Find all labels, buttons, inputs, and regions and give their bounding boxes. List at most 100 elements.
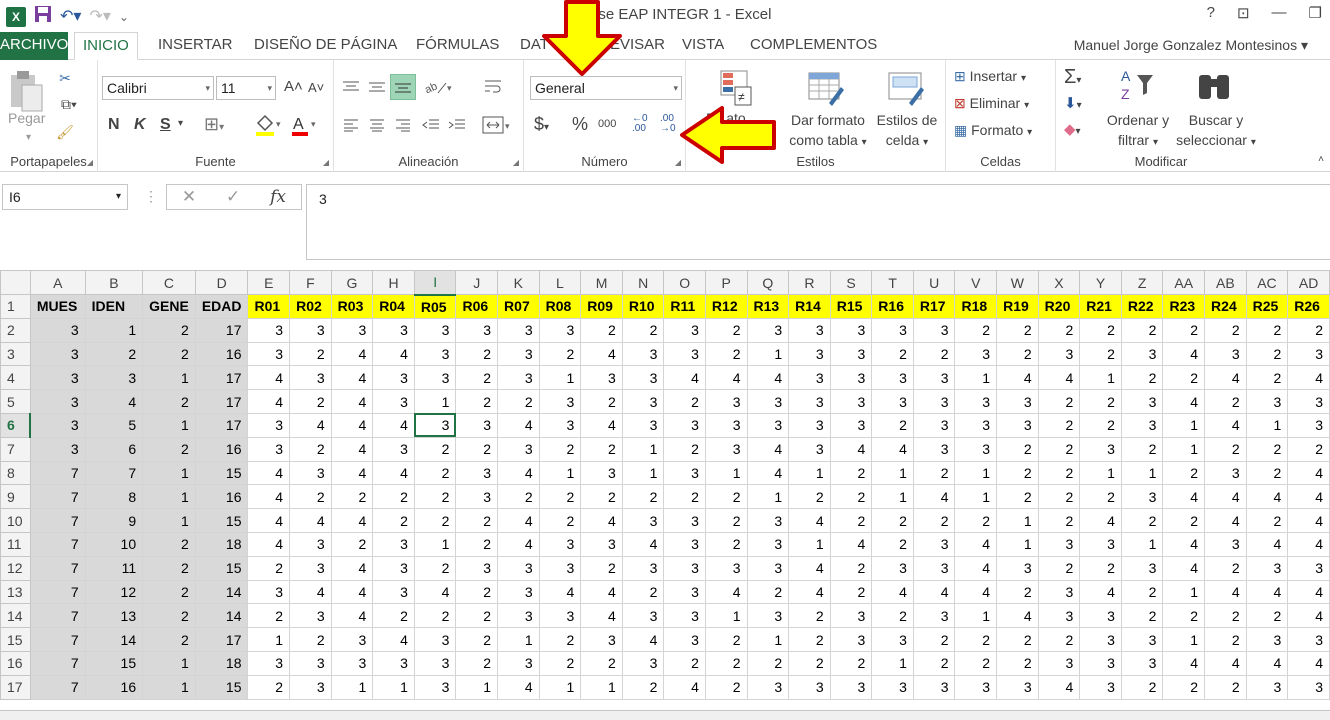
cell[interactable]: 3 [247, 341, 291, 367]
column-header-a[interactable]: A [29, 270, 86, 295]
cell[interactable]: 3 [996, 674, 1039, 700]
column-header-p[interactable]: P [704, 270, 748, 295]
cell[interactable]: 2 [142, 317, 196, 343]
cell[interactable]: 18 [194, 531, 249, 557]
row-header-11[interactable]: 11 [0, 531, 31, 557]
binoculars-icon[interactable] [1194, 68, 1234, 106]
undo-icon[interactable]: ↶▾ [60, 7, 81, 27]
cell[interactable]: 1 [1120, 531, 1164, 557]
column-header-x[interactable]: X [1037, 270, 1081, 295]
cell[interactable]: 3 [912, 412, 956, 438]
cell[interactable]: 4 [1204, 508, 1247, 533]
cell[interactable]: 4 [497, 412, 540, 438]
cell[interactable]: 3 [954, 412, 998, 438]
cell[interactable]: 2 [142, 389, 196, 414]
cell[interactable]: 4 [538, 579, 582, 605]
cell[interactable]: 4 [912, 484, 956, 510]
cell[interactable]: 3 [1287, 627, 1330, 652]
cell[interactable]: 3 [1037, 579, 1081, 605]
cell[interactable]: 3 [455, 412, 499, 438]
clear-icon[interactable]: ◆▾ [1064, 120, 1081, 138]
cell[interactable]: 4 [746, 436, 790, 462]
cell[interactable]: 3 [289, 555, 332, 581]
cell[interactable]: 3 [829, 389, 873, 414]
column-header-f[interactable]: F [289, 270, 332, 295]
cell[interactable]: 3 [829, 341, 873, 367]
cell[interactable]: 11 [84, 555, 144, 581]
cell[interactable]: 4 [704, 365, 748, 391]
cell[interactable]: 3 [663, 460, 706, 486]
cell[interactable]: 2 [912, 460, 956, 486]
header-cell[interactable]: MUES [29, 294, 86, 319]
cell[interactable]: 3 [455, 460, 499, 486]
header-cell[interactable]: R26 [1287, 294, 1330, 319]
cell[interactable]: 4 [746, 365, 790, 391]
cell[interactable]: 4 [1204, 484, 1247, 510]
cell[interactable]: 2 [704, 674, 748, 700]
cell[interactable]: 2 [413, 508, 457, 533]
cell[interactable]: 2 [289, 389, 332, 414]
cell[interactable]: 3 [871, 365, 914, 391]
cell[interactable]: 2 [455, 341, 499, 367]
cell[interactable]: 1 [142, 412, 196, 438]
cell[interactable]: 3 [788, 436, 831, 462]
cell[interactable]: 16 [194, 436, 249, 462]
row-header-15[interactable]: 15 [0, 627, 31, 652]
cell[interactable]: 1 [788, 531, 831, 557]
cell[interactable]: 3 [704, 555, 748, 581]
cell[interactable]: 4 [1079, 508, 1122, 533]
cell[interactable]: 4 [1245, 484, 1289, 510]
cell[interactable]: 4 [497, 508, 540, 533]
cell[interactable]: 3 [580, 531, 623, 557]
cell[interactable]: 2 [538, 341, 582, 367]
cell[interactable]: 2 [1204, 389, 1247, 414]
cell[interactable]: 2 [455, 531, 499, 557]
cell[interactable]: 3 [538, 317, 582, 343]
column-header-g[interactable]: G [330, 270, 374, 295]
cell[interactable]: 2 [1162, 317, 1206, 343]
cell[interactable]: 4 [247, 389, 291, 414]
cell[interactable]: 4 [497, 674, 540, 700]
cell[interactable]: 3 [829, 412, 873, 438]
cell[interactable]: 3 [413, 341, 457, 367]
underline-button[interactable]: S [160, 116, 171, 134]
cell[interactable]: 7 [29, 579, 86, 605]
cell[interactable]: 4 [1079, 579, 1122, 605]
cell[interactable]: 4 [289, 508, 332, 533]
cell[interactable]: 4 [1162, 341, 1206, 367]
cell[interactable]: 4 [1245, 579, 1289, 605]
cell[interactable]: 3 [289, 531, 332, 557]
paste-dropdown-icon[interactable]: ▾ [26, 132, 31, 143]
borders-icon[interactable]: ⊞▾ [204, 114, 224, 135]
column-header-m[interactable]: M [580, 270, 623, 295]
align-top-icon[interactable] [340, 76, 362, 98]
cell[interactable]: 1 [413, 389, 457, 414]
column-header-i[interactable]: I [413, 270, 457, 296]
column-header-t[interactable]: T [871, 270, 914, 295]
row-header-3[interactable]: 3 [0, 341, 31, 367]
cell[interactable]: 1 [247, 627, 291, 652]
cell[interactable]: 3 [871, 317, 914, 343]
cell[interactable]: 4 [621, 531, 665, 557]
cell[interactable]: 17 [194, 627, 249, 652]
cell[interactable]: 1 [538, 674, 582, 700]
cell[interactable]: 2 [1037, 436, 1081, 462]
enter-icon[interactable]: ✓ [226, 187, 240, 207]
font-name-select[interactable]: Calibri ▾ [102, 76, 214, 100]
cell[interactable]: 2 [912, 627, 956, 652]
cell[interactable]: 3 [538, 531, 582, 557]
cell[interactable]: 1 [621, 460, 665, 486]
cell[interactable]: 3 [621, 508, 665, 533]
cell[interactable]: 2 [538, 508, 582, 533]
header-cell[interactable]: R02 [289, 294, 332, 319]
customize-qat-icon[interactable]: ⌄ [119, 7, 129, 27]
cell[interactable]: 3 [29, 317, 86, 343]
cell[interactable]: 3 [1079, 603, 1122, 629]
header-cell[interactable]: R06 [455, 294, 499, 319]
cell[interactable]: 4 [497, 531, 540, 557]
cell[interactable]: 2 [413, 555, 457, 581]
cell[interactable]: 2 [84, 341, 144, 367]
cell[interactable]: 4 [580, 341, 623, 367]
cell[interactable]: 3 [1287, 341, 1330, 367]
header-cell[interactable]: R03 [330, 294, 374, 319]
